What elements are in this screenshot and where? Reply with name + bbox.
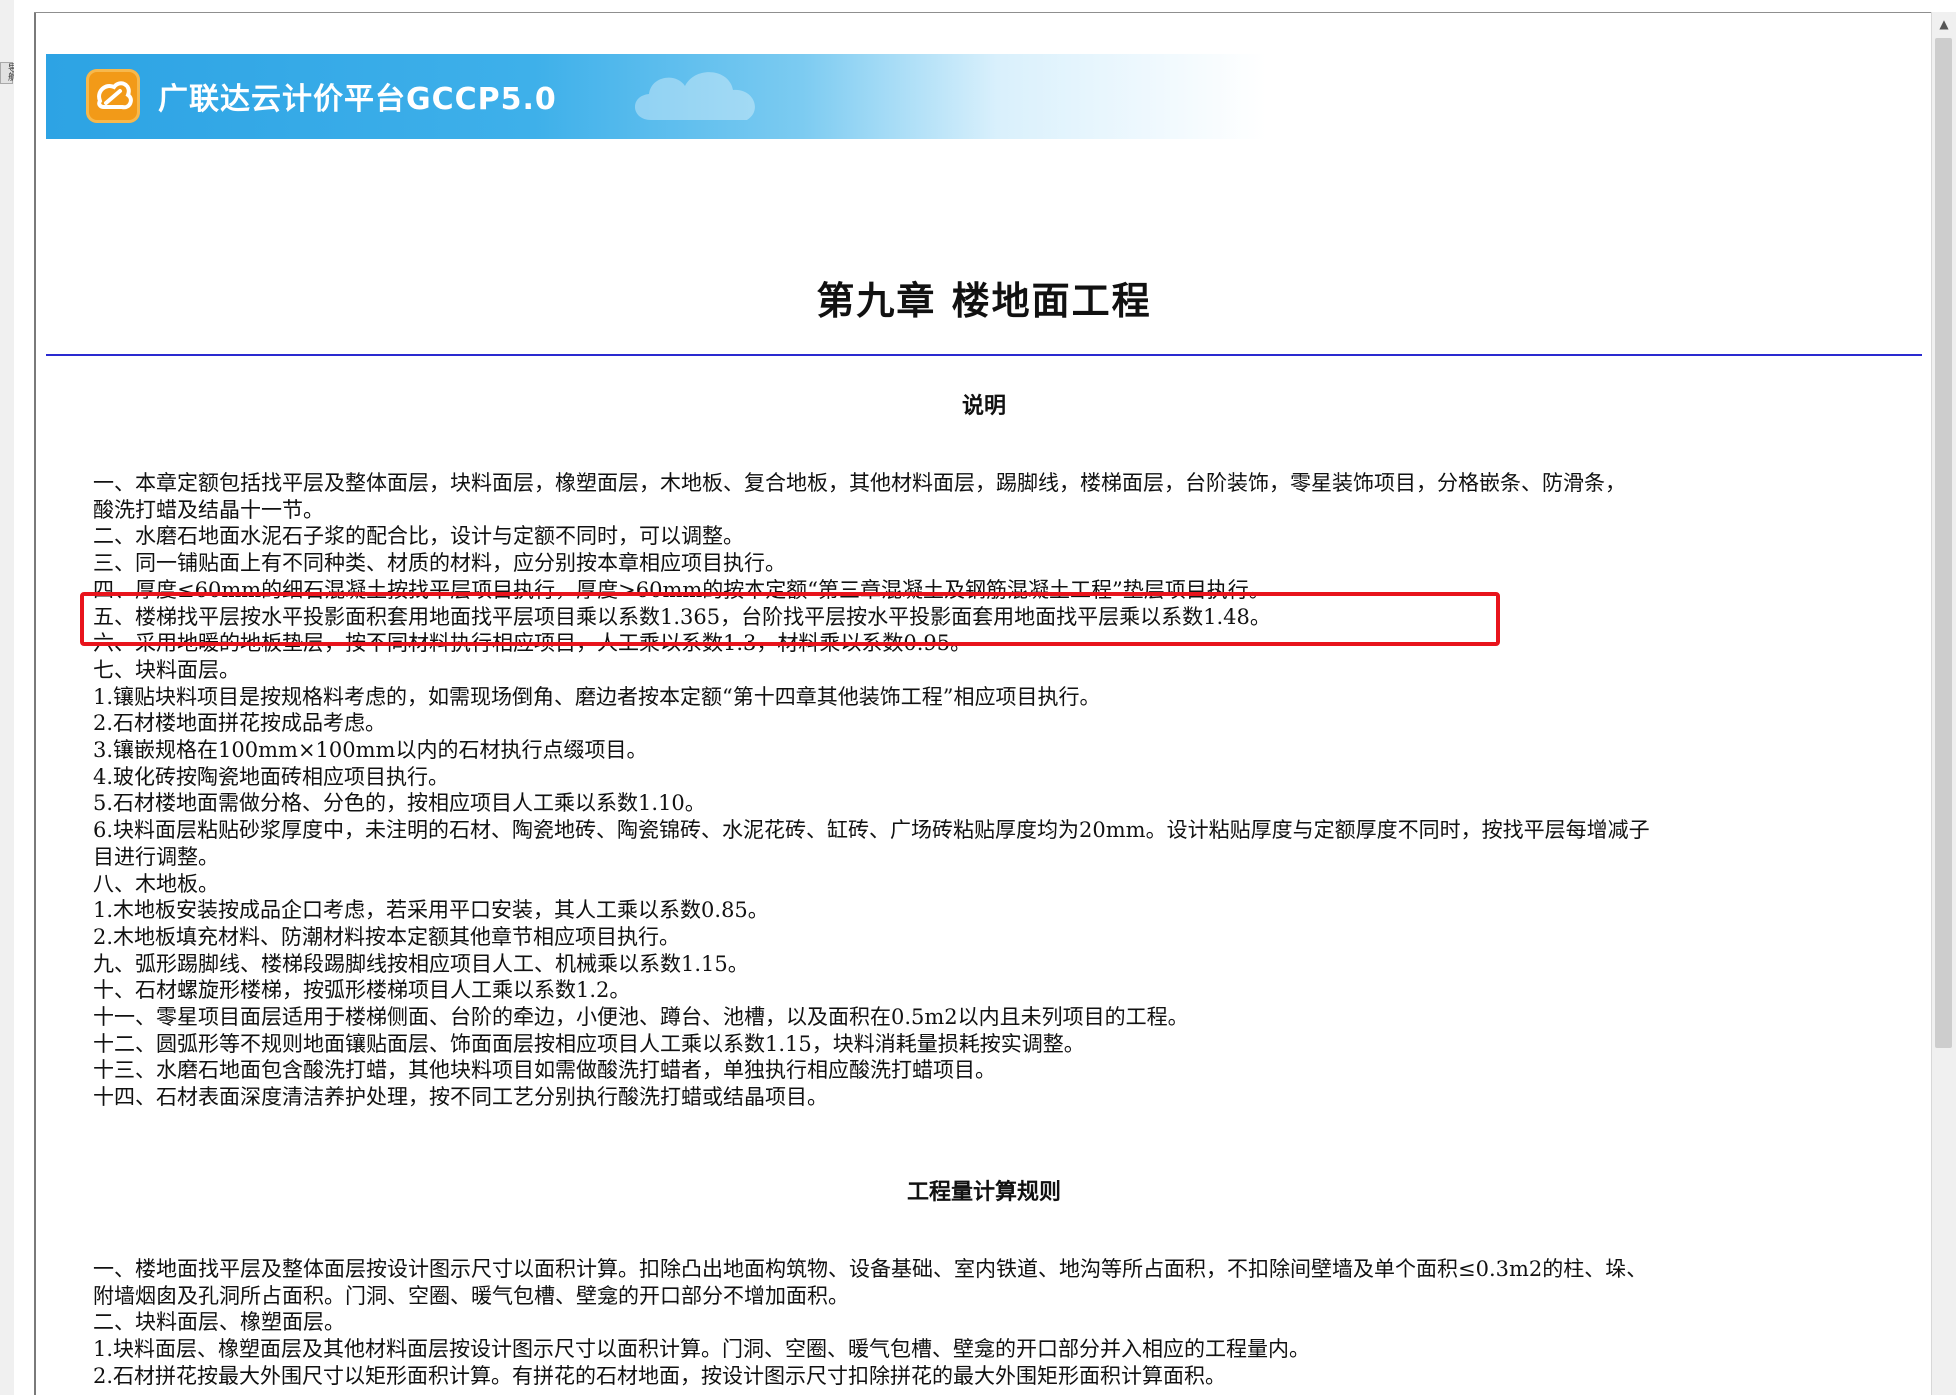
text-line: 三、同一铺贴面上有不同种类、材质的材料，应分别按本章相应项目执行。 (93, 551, 786, 576)
chapter-title: 第九章 楼地面工程 (816, 278, 1152, 323)
scroll-up-arrow-icon[interactable]: ▲ (1932, 12, 1956, 36)
text-line: 目进行调整。 (93, 844, 219, 869)
text-line: 4.玻化砖按陶瓷地面砖相应项目执行。 (93, 764, 450, 789)
text-line: 十一、零星项目面层适用于楼梯侧面、台阶的牵边，小便池、蹲台、池槽，以及面积在0.… (93, 1005, 1189, 1030)
text-line: 3.镶嵌规格在100mm×100mm以内的石材执行点缀项目。 (93, 738, 648, 763)
panel-splitter[interactable] (14, 0, 36, 1395)
text-line: 2.石材拼花按最大外围尺寸以矩形面积计算。有拼花的石材地面，按设计图示尺寸扣除拼… (93, 1363, 1227, 1388)
text-line: 七、块料面层。 (93, 657, 240, 682)
text-line: 2.木地板填充材料、防潮材料按本定额其他章节相应项目执行。 (93, 924, 681, 949)
text-line: 十、石材螺旋形楼梯，按弧形楼梯项目人工乘以系数1.2。 (93, 978, 631, 1003)
product-banner: 广联达云计价平台GCCP5.0 (46, 54, 1266, 139)
text-line: 九、弧形踢脚线、楼梯段踢脚线按相应项目人工、机械乘以系数1.15。 (93, 951, 749, 976)
red-highlight-annotation (80, 592, 1500, 646)
text-line: 十四、石材表面深度清洁养护处理，按不同工艺分别执行酸洗打蜡或结晶项目。 (93, 1085, 828, 1110)
text-line: 1.木地板安装按成品企口考虑，若采用平口安装，其人工乘以系数0.85。 (93, 898, 769, 923)
text-line: 2.石材楼地面拼花按成品考虑。 (93, 711, 387, 736)
left-panel-gutter: 导航 (0, 0, 16, 1395)
glodon-logo-icon (86, 69, 140, 123)
calculation-rules-text: 一、楼地面找平层及整体面层按设计图示尺寸以面积计算。扣除凸出地面构筑物、设备基础… (93, 1256, 1878, 1390)
section-heading-calculation-rules: 工程量计算规则 (906, 1179, 1061, 1205)
text-line: 一、本章定额包括找平层及整体面层，块料面层，橡塑面层，木地板、复合地板，其他材料… (93, 471, 1626, 495)
text-line: 二、块料面层、橡塑面层。 (93, 1310, 345, 1335)
navigation-tab[interactable]: 导航 (0, 62, 16, 84)
vertical-scrollbar[interactable]: ▲ (1931, 12, 1956, 1395)
text-line: 二、水磨石地面水泥石子浆的配合比，设计与定额不同时，可以调整。 (93, 524, 744, 549)
text-line: 十三、水磨石地面包含酸洗打蜡，其他块料项目如需做酸洗打蜡者，单独执行相应酸洗打蜡… (93, 1058, 996, 1083)
text-line: 十二、圆弧形等不规则地面镶贴面层、饰面面层按相应项目人工乘以系数1.15，块料消… (93, 1031, 1085, 1056)
banner-title: 广联达云计价平台GCCP5.0 (158, 82, 557, 117)
section-heading-explanation: 说明 (961, 393, 1006, 419)
top-edge (34, 0, 1956, 13)
text-line: 1.镶贴块料项目是按规格料考虑的，如需现场倒角、磨边者按本定额“第十四章其他装饰… (93, 684, 1101, 709)
text-line: 1.块料面层、橡塑面层及其他材料面层按设计图示尺寸以面积计算。门洞、空圈、暖气包… (93, 1337, 1311, 1362)
cloud-logo-watermark-icon (634, 72, 755, 120)
text-line: 酸洗打蜡及结晶十一节。 (93, 497, 324, 522)
title-divider (46, 354, 1922, 356)
scroll-thumb[interactable] (1935, 38, 1952, 1048)
explanation-text: 一、本章定额包括找平层及整体面层，块料面层，橡塑面层，木地板、复合地板，其他材料… (93, 470, 1878, 1111)
text-line: 一、楼地面找平层及整体面层按设计图示尺寸以面积计算。扣除凸出地面构筑物、设备基础… (93, 1257, 1648, 1281)
text-line: 附墙烟囱及孔洞所占面积。门洞、空圈、暖气包槽、壁龛的开口部分不增加面积。 (93, 1283, 849, 1308)
text-line: 6.块料面层粘贴砂浆厚度中，未注明的石材、陶瓷地砖、陶瓷锦砖、水泥花砖、缸砖、广… (93, 818, 1650, 843)
text-line: 5.石材楼地面需做分格、分色的，按相应项目人工乘以系数1.10。 (93, 791, 706, 816)
text-line: 八、木地板。 (93, 871, 219, 896)
